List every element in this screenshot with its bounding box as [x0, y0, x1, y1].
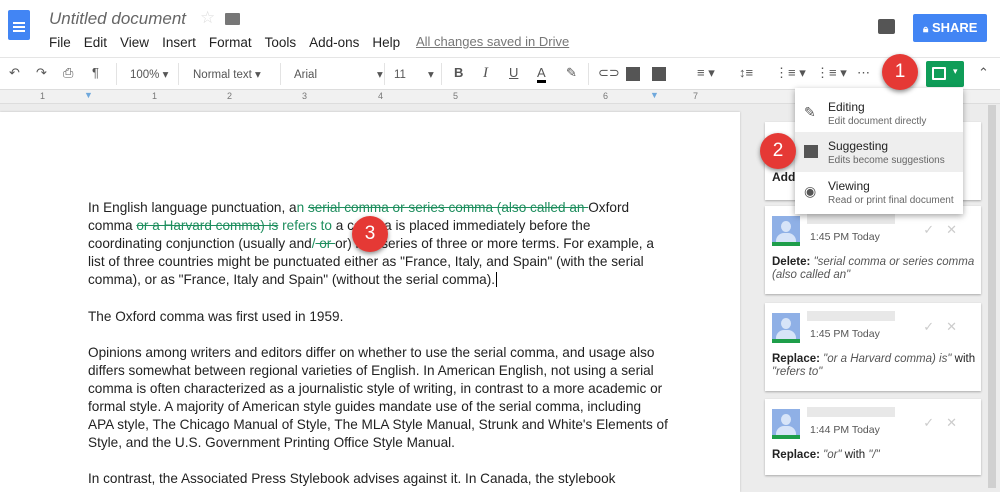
accept-icon[interactable]: ✓: [923, 415, 946, 430]
star-icon[interactable]: ☆: [200, 8, 215, 28]
suggest-mode-icon: [932, 67, 946, 80]
menu-format[interactable]: Format: [209, 35, 252, 50]
redo-icon[interactable]: ↷: [36, 65, 47, 81]
zoom-select[interactable]: 100% ▾: [130, 67, 168, 81]
toolbar: ↶ ↷ ⎙ ¶ 100% ▾ Normal text ▾ Arial ▾ 11 ▾ …: [0, 57, 1000, 90]
menu-help[interactable]: Help: [372, 35, 400, 50]
reject-icon[interactable]: ✕: [946, 415, 969, 430]
avatar: [772, 216, 800, 246]
bulleted-list-icon[interactable]: ⋮≡ ▾: [816, 65, 847, 81]
more-icon[interactable]: ⋯: [857, 65, 870, 81]
menu-view[interactable]: View: [120, 35, 149, 50]
suggestion-card[interactable]: 1:45 PM Today ✓✕ Delete: "serial comma o…: [765, 206, 981, 294]
text-color-button[interactable]: A: [537, 65, 546, 83]
paragraph-2[interactable]: The Oxford comma was first used in 1959.: [88, 308, 668, 326]
menu-insert[interactable]: Insert: [162, 35, 196, 50]
step-badge-1: 1: [882, 54, 918, 90]
bold-button[interactable]: B: [454, 65, 463, 80]
lock-icon: 🔒︎: [923, 24, 929, 35]
paragraph-4[interactable]: In contrast, the Associated Press Styleb…: [88, 470, 668, 488]
share-button[interactable]: 🔒︎ SHARE: [913, 14, 987, 42]
reject-icon[interactable]: ✕: [946, 222, 969, 237]
menu-bar: File Edit View Insert Format Tools Add-ons Help: [49, 34, 413, 52]
menu-tools[interactable]: Tools: [265, 35, 297, 50]
accept-icon[interactable]: ✓: [923, 222, 946, 237]
suggestion-card[interactable]: 1:45 PM Today ✓✕ Replace: "or a Harvard …: [765, 303, 981, 391]
menu-edit[interactable]: Edit: [84, 35, 107, 50]
image-icon[interactable]: [652, 67, 666, 81]
suggestion-card[interactable]: 1:44 PM Today ✓✕ Replace: "or" with "/": [765, 399, 981, 475]
link-icon[interactable]: ⊂⊃: [598, 65, 620, 81]
suggest-icon: [804, 145, 818, 158]
menu-addons[interactable]: Add-ons: [309, 35, 359, 50]
avatar: [772, 313, 800, 343]
style-select[interactable]: Normal text ▾: [193, 67, 261, 81]
line-spacing-icon[interactable]: ↕≡: [739, 65, 753, 80]
menu-item-suggesting[interactable]: Suggesting Edits become suggestions: [795, 132, 963, 172]
save-status-link[interactable]: All changes saved in Drive: [416, 34, 569, 49]
undo-icon[interactable]: ↶: [9, 65, 20, 81]
mode-menu: ✎ Editing Edit document directly Suggesti…: [795, 88, 963, 214]
highlight-icon[interactable]: ✎: [566, 65, 577, 81]
font-size-select[interactable]: 11 ▾: [394, 67, 434, 81]
italic-button[interactable]: I: [483, 65, 488, 82]
accept-icon[interactable]: ✓: [923, 319, 946, 334]
underline-button[interactable]: U: [509, 65, 518, 80]
scrollbar[interactable]: [988, 105, 996, 488]
header: Untitled document ☆ File Edit View Insert Fo…: [0, 0, 1000, 57]
pencil-icon: ✎: [804, 104, 816, 120]
comments-icon[interactable]: [878, 19, 895, 34]
document-page[interactable]: In English language punctuation, an seri…: [0, 112, 740, 492]
eye-icon: ◉: [804, 183, 817, 199]
step-badge-2: 2: [760, 133, 796, 169]
print-icon[interactable]: ⎙: [63, 65, 73, 81]
docs-logo-icon[interactable]: [8, 10, 30, 40]
menu-file[interactable]: File: [49, 35, 71, 50]
indent-marker-icon: ▼: [84, 90, 93, 100]
folder-icon[interactable]: [225, 13, 240, 25]
align-icon[interactable]: ≡ ▾: [697, 65, 715, 81]
mode-button[interactable]: ▾: [926, 61, 964, 87]
add-comment-icon[interactable]: [626, 67, 640, 81]
menu-item-editing[interactable]: ✎ Editing Edit document directly: [795, 93, 963, 133]
document-title[interactable]: Untitled document: [49, 9, 186, 29]
text-cursor: [496, 272, 498, 287]
paragraph-3[interactable]: Opinions among writers and editors diffe…: [88, 344, 668, 452]
chevron-down-icon: ▾: [953, 66, 958, 76]
numbered-list-icon[interactable]: ⋮≡ ▾: [775, 65, 806, 81]
avatar: [772, 409, 800, 439]
collapse-icon[interactable]: ⌃: [978, 65, 989, 81]
font-select[interactable]: Arial ▾: [294, 67, 383, 81]
menu-item-viewing[interactable]: ◉ Viewing Read or print final document: [795, 172, 963, 212]
reject-icon[interactable]: ✕: [946, 319, 969, 334]
paint-format-icon[interactable]: ¶: [92, 65, 99, 80]
step-badge-3: 3: [352, 216, 388, 252]
